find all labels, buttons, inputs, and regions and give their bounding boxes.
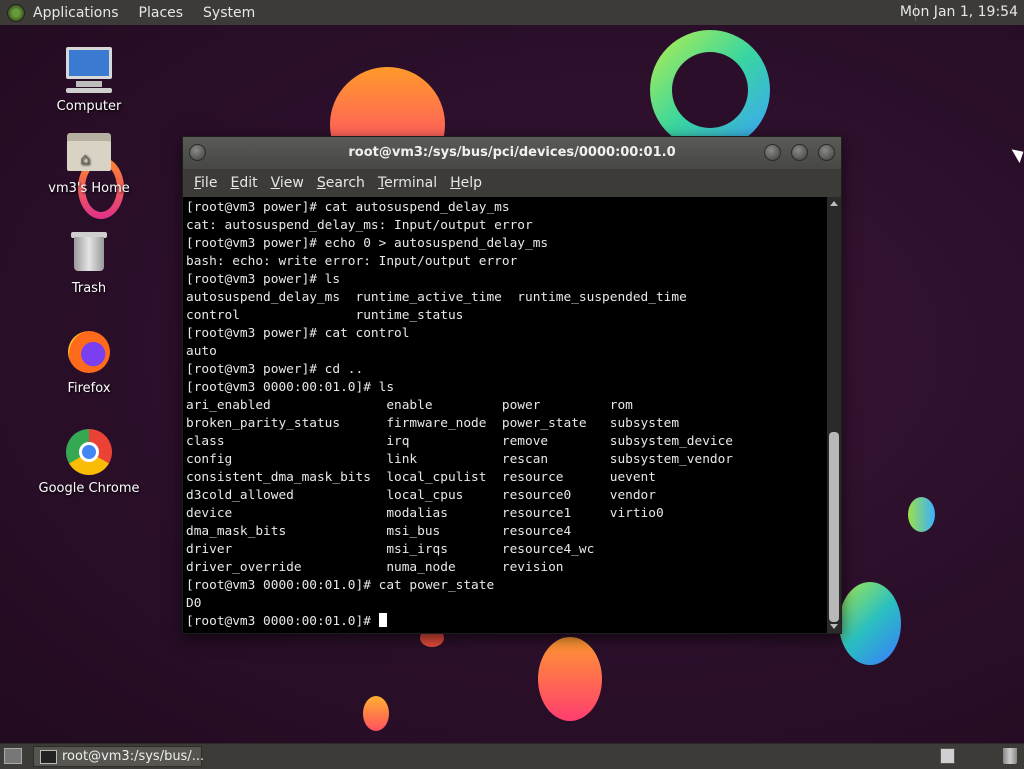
desktop-icon-firefox[interactable]: Firefox [29,327,149,396]
scroll-down-icon[interactable] [830,624,838,629]
clock[interactable]: Mon Jan 1, 19:54 [900,4,1018,20]
terminal-line: d3cold_allowed local_cpus resource0 vend… [186,488,656,503]
show-desktop-icon[interactable] [4,748,22,764]
terminal-line: driver msi_irqs resource4_wc [186,542,595,557]
menu-view[interactable]: View [271,175,304,191]
terminal-line: autosuspend_delay_ms runtime_active_time… [186,290,687,305]
menu-search[interactable]: Search [317,175,365,191]
decor-blob [363,696,389,731]
terminal-line: [root@vm3 power]# cat control [186,326,410,341]
terminal-line: driver_override numa_node revision [186,560,564,575]
terminal-line: bash: echo: write error: Input/output er… [186,254,518,269]
terminal-line: [root@vm3 0000:00:01.0]# cat power_state [186,578,495,593]
terminal-line: consistent_dma_mask_bits local_cpulist r… [186,470,656,485]
terminal-scrollbar[interactable] [827,197,841,633]
firefox-icon [64,327,114,377]
terminal-line: [root@vm3 0000:00:01.0]# ls [186,380,395,395]
menu-edit[interactable]: Edit [230,175,257,191]
terminal-line: class irq remove subsystem_device [186,434,734,449]
desktop-icon-home[interactable]: ⌂ vm3's Home [29,127,149,196]
desktop-icon-trash[interactable]: Trash [29,227,149,296]
terminal-line: config link rescan subsystem_vendor [186,452,734,467]
terminal-line: device modalias resource1 virtio0 [186,506,664,521]
terminal-line: [root@vm3 power]# echo 0 > autosuspend_d… [186,236,549,251]
terminal-output[interactable]: [root@vm3 power]# cat autosuspend_delay_… [183,197,827,633]
text-cursor [378,613,387,627]
menu-file[interactable]: File [194,175,217,191]
taskbar-terminal-button[interactable]: root@vm3:/sys/bus/... [33,746,205,767]
terminal-line: [root@vm3 power]# ls [186,272,341,287]
terminal-menubar: File Edit View Search Terminal Help [183,169,841,197]
terminal-text: [root@vm3 power]# cat autosuspend_delay_… [183,197,827,631]
terminal-line: dma_mask_bits msi_bus resource4 [186,524,572,539]
scroll-up-icon[interactable] [830,201,838,206]
trash-applet-icon[interactable] [1003,748,1017,764]
home-folder-icon: ⌂ [64,127,114,177]
bottom-panel: root@vm3:/sys/bus/... [0,743,1024,769]
distro-logo-icon[interactable] [7,3,25,22]
menu-applications[interactable]: Applications [33,5,119,21]
menu-help[interactable]: Help [450,175,482,191]
decor-blob [839,582,901,665]
terminal-line: control runtime_status [186,308,464,323]
decor-blob [908,497,935,532]
trash-icon [64,227,114,277]
top-panel: Applications Places System Mon Jan 1, 19… [0,0,1024,26]
desktop-icon-label: Computer [56,99,122,114]
terminal-icon [40,750,57,764]
terminal-line: auto [186,344,217,359]
menu-places[interactable]: Places [139,5,184,21]
terminal-prompt: [root@vm3 0000:00:01.0]# [186,614,379,629]
terminal-line: D0 [186,596,202,611]
desktop-icon-label: Trash [71,281,107,296]
window-titlebar[interactable]: root@vm3:/sys/bus/pci/devices/0000:00:01… [183,137,841,169]
menu-system[interactable]: System [203,5,255,21]
close-button[interactable] [818,144,835,161]
workspace-switcher[interactable] [940,748,955,764]
chrome-icon [64,427,114,477]
desktop-icon-chrome[interactable]: Google Chrome [29,427,149,496]
maximize-button[interactable] [791,144,808,161]
taskbar-label: root@vm3:/sys/bus/... [62,749,205,764]
terminal-window[interactable]: root@vm3:/sys/bus/pci/devices/0000:00:01… [182,136,842,634]
desktop-icon-computer[interactable]: Computer [29,45,149,114]
minimize-button[interactable] [764,144,781,161]
decor-ring [650,30,770,150]
scrollbar-thumb[interactable] [829,432,839,622]
desktop-icon-label: vm3's Home [48,181,130,196]
desktop-icon-label: Google Chrome [38,481,140,496]
computer-icon [64,45,114,95]
terminal-line: [root@vm3 power]# cd .. [186,362,364,377]
window-menu-icon[interactable] [189,144,206,161]
terminal-line: broken_parity_status firmware_node power… [186,416,680,431]
terminal-line: cat: autosuspend_delay_ms: Input/output … [186,218,533,233]
terminal-line: ari_enabled enable power rom [186,398,633,413]
decor-blob [538,637,602,721]
window-title: root@vm3:/sys/bus/pci/devices/0000:00:01… [348,145,676,160]
desktop-icon-label: Firefox [67,381,111,396]
menu-terminal[interactable]: Terminal [378,175,437,191]
terminal-line: [root@vm3 power]# cat autosuspend_delay_… [186,200,510,215]
